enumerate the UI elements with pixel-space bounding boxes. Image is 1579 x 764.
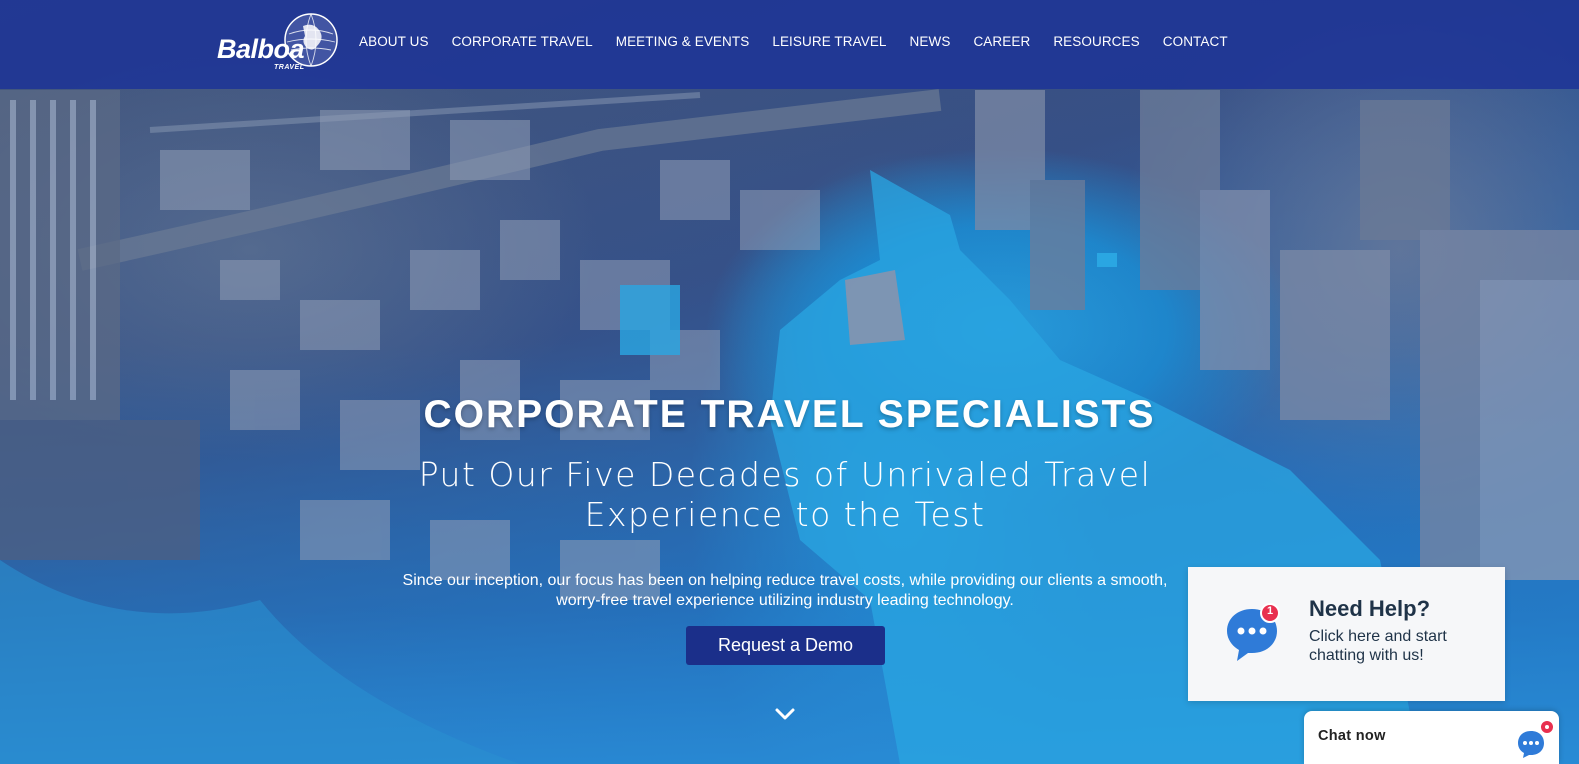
notification-badge: 1	[1266, 605, 1274, 617]
nav-item-news[interactable]: NEWS	[910, 34, 951, 49]
request-demo-button[interactable]: Request a Demo	[686, 626, 885, 665]
nav-item-meeting-events[interactable]: MEETING & EVENTS	[616, 34, 750, 49]
chat-now-label: Chat now	[1318, 728, 1386, 744]
site-header: Balboa TRAVEL ABOUT US CORPORATE TRAVEL …	[0, 0, 1579, 89]
help-title: Need Help?	[1309, 596, 1431, 621]
nav-item-leisure-travel[interactable]: LEISURE TRAVEL	[772, 34, 886, 49]
help-text: Click here and start chatting with us!	[1309, 628, 1447, 664]
main-navigation: ABOUT US CORPORATE TRAVEL MEETING & EVEN…	[359, 34, 1251, 49]
chat-bubble-icon: 1	[1224, 603, 1284, 668]
hero-title: CORPORATE TRAVEL SPECIALISTS	[423, 393, 1156, 436]
help-chat-card[interactable]: 1 Need Help? Click here and start chatti…	[1188, 567, 1505, 701]
nav-item-resources[interactable]: RESOURCES	[1053, 34, 1139, 49]
chevron-down-icon[interactable]	[774, 706, 796, 727]
nav-item-about-us[interactable]: ABOUT US	[359, 34, 429, 49]
nav-item-career[interactable]: CAREER	[973, 34, 1030, 49]
chat-now-bar[interactable]: Chat now	[1304, 711, 1559, 764]
hero-description: Since our inception, our focus has been …	[402, 572, 1168, 609]
nav-item-corporate-travel[interactable]: CORPORATE TRAVEL	[452, 34, 593, 49]
balboa-logo[interactable]: Balboa TRAVEL	[217, 12, 342, 74]
nav-item-contact[interactable]: CONTACT	[1163, 34, 1228, 49]
logo-subtext: TRAVEL	[274, 64, 305, 71]
chat-bubble-icon[interactable]	[1515, 719, 1555, 764]
hero-subtitle: Put Our Five Decades of Unrivaled Travel…	[418, 455, 1152, 534]
logo-wordmark: Balboa	[217, 34, 305, 64]
